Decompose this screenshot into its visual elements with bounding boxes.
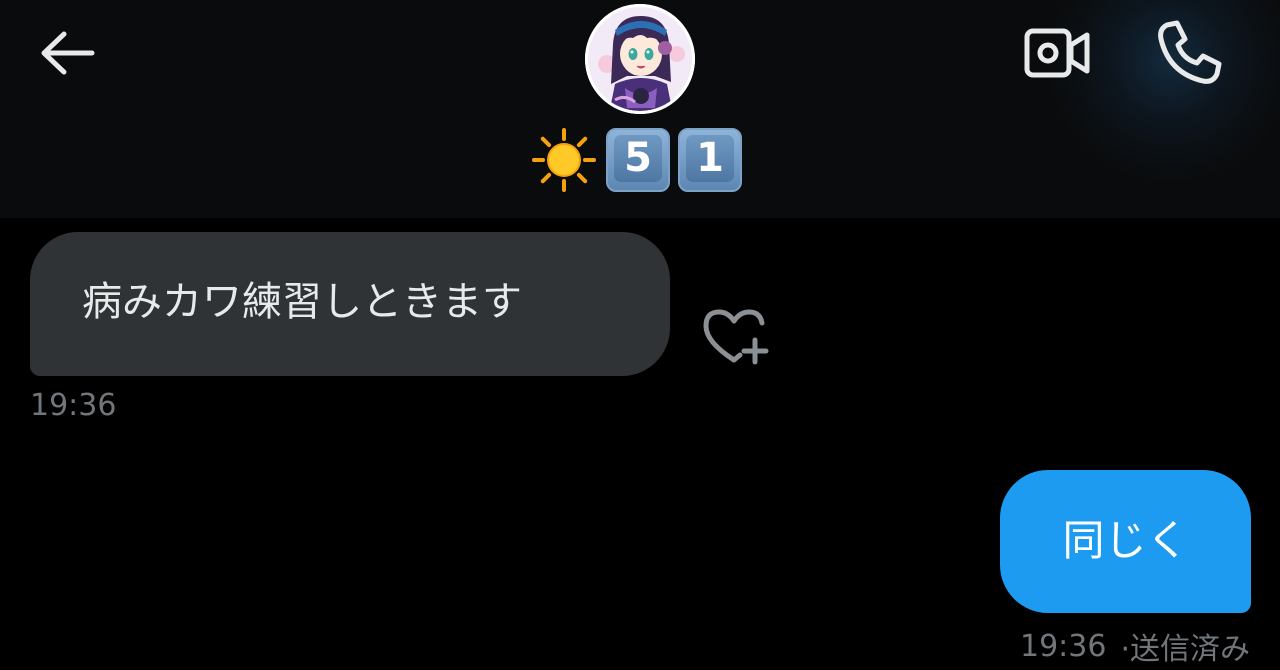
separator-dot: · xyxy=(1120,632,1130,667)
arrow-left-icon xyxy=(41,31,95,75)
phone-call-button[interactable] xyxy=(1148,16,1228,88)
keycap-5-emoji: 5 xyxy=(606,128,670,192)
message-text: 病みカワ練習しときます xyxy=(82,279,522,325)
keycap-1-emoji: 1 xyxy=(678,128,742,192)
outgoing-message-bubble[interactable]: 同じく xyxy=(1000,470,1251,613)
message-text: 同じく xyxy=(1062,516,1189,565)
heart-plus-icon xyxy=(703,309,769,365)
keycap-digit: 1 xyxy=(696,135,724,181)
avatar[interactable] xyxy=(585,4,695,114)
react-button[interactable] xyxy=(700,306,772,370)
phone-icon xyxy=(1158,20,1222,84)
message-timestamp: 19:36 xyxy=(1019,628,1107,664)
back-button[interactable] xyxy=(30,22,102,84)
keycap-digit: 5 xyxy=(624,135,652,181)
message-meta: 19:36 ·送信済み xyxy=(1020,624,1250,668)
sun-emoji xyxy=(530,126,598,194)
display-name[interactable]: 5 1 xyxy=(530,126,742,194)
meta-separator: ·送信済み xyxy=(1120,624,1250,668)
video-camera-icon xyxy=(1024,28,1090,78)
dm-conversation-screen: 5 1 病みカワ練習しときます 19:36 同じく 19:36 ·送信済み xyxy=(0,0,1280,670)
conversation-header: 5 1 xyxy=(0,0,1280,218)
video-call-button[interactable] xyxy=(1020,22,1096,84)
profile-avatar xyxy=(585,4,695,114)
incoming-message-bubble[interactable]: 病みカワ練習しときます xyxy=(30,232,670,376)
message-timestamp: 19:36 xyxy=(30,388,117,423)
delivery-status: 送信済み xyxy=(1130,632,1250,667)
